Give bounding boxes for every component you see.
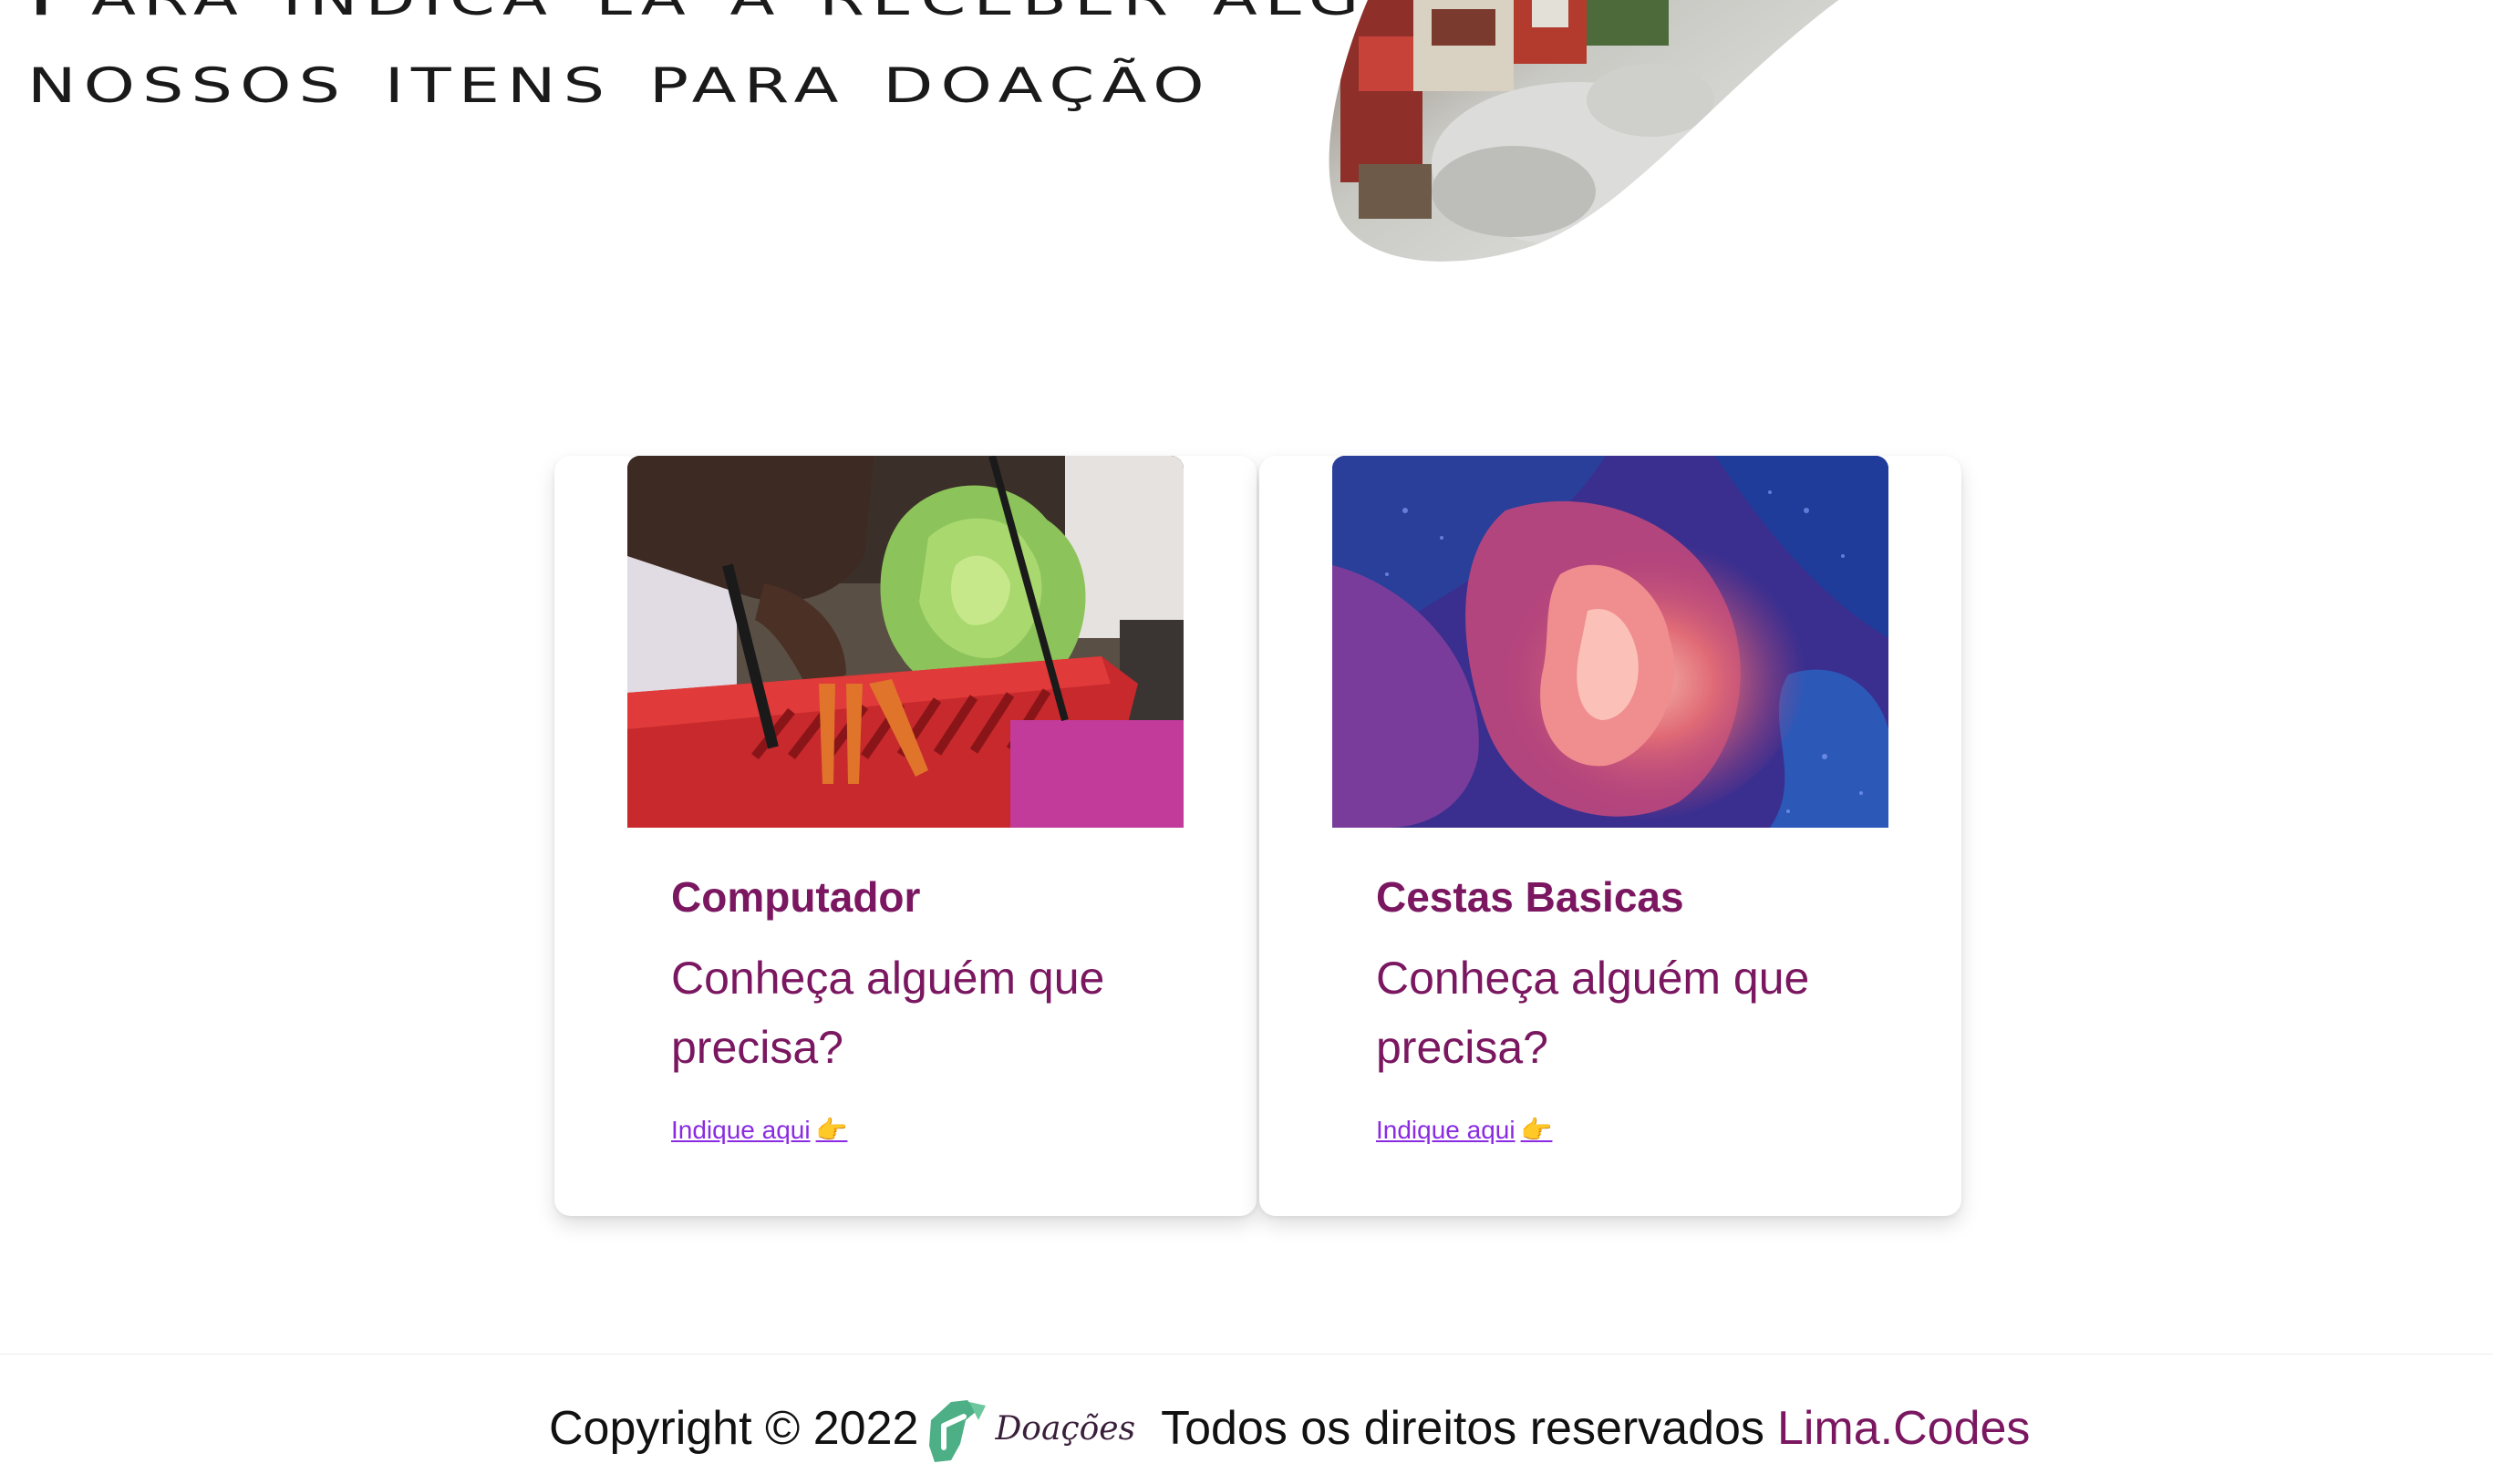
pointing-hand-icon: 👉 (815, 1115, 848, 1145)
donation-card-cestas-basicas: Cestas Basicas Conheça alguém que precis… (1259, 456, 1961, 1216)
card-body: Cestas Basicas Conheça alguém que precis… (1376, 871, 1925, 1145)
footer: Copyright © 2022 Doações Todos os direit… (0, 1354, 2493, 1484)
footer-brand-link[interactable]: Lima.Codes (1777, 1401, 2030, 1456)
footer-logo-text: Doações (995, 1409, 1136, 1448)
indique-aqui-label: Indique aqui (1376, 1116, 1515, 1144)
pointing-hand-icon: 👉 (1520, 1115, 1553, 1145)
card-image-abstract-paint (1332, 456, 1888, 828)
card-image-basket (627, 456, 1184, 828)
card-body: Computador Conheça alguém que precisa? I… (671, 871, 1220, 1145)
hero-blob-image (1304, 0, 1888, 264)
indique-aqui-link[interactable]: Indique aqui 👉 (1376, 1115, 1553, 1145)
card-title: Computador (671, 873, 921, 921)
indique-aqui-link[interactable]: Indique aqui 👉 (671, 1115, 848, 1145)
card-text: Conheça alguém que precisa? (671, 953, 1105, 1073)
card-title: Cestas Basicas (1376, 873, 1684, 921)
card-text: Conheça alguém que precisa? (1376, 953, 1810, 1073)
footer-copyright: Copyright © 2022 (549, 1402, 919, 1455)
footer-copyright-line: Copyright © 2022 Doações Todos os direit… (549, 1393, 2030, 1464)
footer-rights: Todos os direitos reservados (1161, 1402, 1764, 1455)
page: Para indicá-la a receber algum de nossos… (0, 0, 2493, 1484)
indique-aqui-label: Indique aqui (671, 1116, 811, 1144)
doacoes-logo-icon (929, 1400, 987, 1462)
donation-card-computador: Computador Conheça alguém que precisa? I… (554, 456, 1257, 1216)
footer-logo[interactable]: Doações (924, 1393, 1135, 1464)
